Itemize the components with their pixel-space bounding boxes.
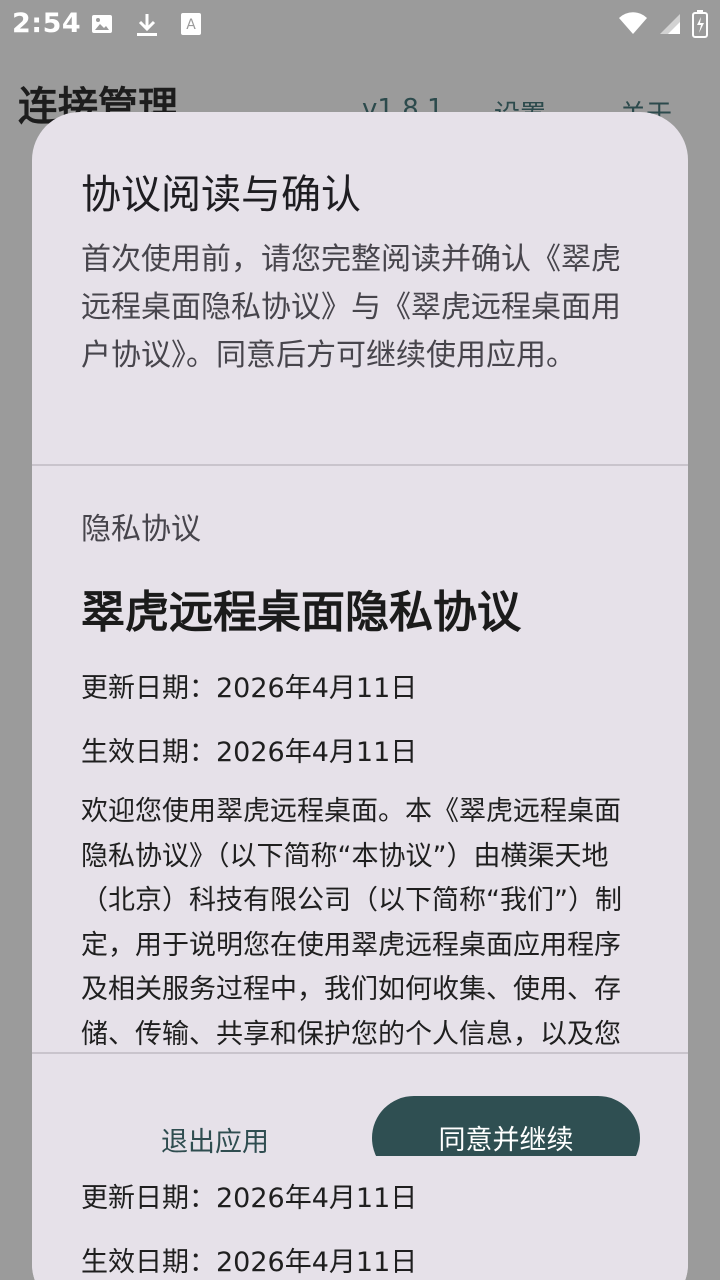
- screen: 2:54 A 连接管理 v1.8.1 设置 关于 协议阅读与确认 首次使用前，请…: [0, 0, 720, 1280]
- status-time: 2:54: [12, 8, 82, 39]
- dialog-title: 协议阅读与确认: [81, 172, 361, 218]
- svg-text:A: A: [186, 17, 196, 33]
- overlap-updated-date: 更新日期：2026年4月11日: [81, 1183, 418, 1214]
- overlap-effective-date: 生效日期：2026年4月11日: [81, 1247, 418, 1278]
- agreement-scroll-area[interactable]: 隐私协议 翠虎远程桌面隐私协议 更新日期：2026年4月11日 生效日期：202…: [32, 468, 688, 1054]
- top-divider: [32, 464, 688, 466]
- wifi-icon: [618, 12, 648, 40]
- status-bar: 2:54 A: [0, 0, 720, 48]
- signal-icon: [658, 12, 682, 40]
- effective-date: 生效日期：2026年4月11日: [81, 737, 418, 768]
- agreement-dialog: 协议阅读与确认 首次使用前，请您完整阅读并确认《翠虎远程桌面隐私协议》与《翠虎远…: [32, 112, 688, 1280]
- bottom-divider: [32, 1052, 688, 1054]
- system-icons: [618, 10, 708, 42]
- agreement-body: 欢迎您使用翠虎远程桌面。本《翠虎远程桌面隐私协议》（以下简称“本协议”）由横渠天…: [81, 796, 622, 1050]
- dialog-intro: 首次使用前，请您完整阅读并确认《翠虎远程桌面隐私协议》与《翠虎远程桌面用户协议》…: [81, 242, 621, 373]
- agreement-title: 翠虎远程桌面隐私协议: [81, 587, 521, 638]
- image-icon: [90, 12, 114, 36]
- download-icon: [135, 12, 159, 36]
- updated-date: 更新日期：2026年4月11日: [81, 673, 418, 704]
- section-label: 隐私协议: [81, 512, 201, 547]
- battery-charging-icon: [692, 10, 708, 42]
- font-icon: A: [180, 12, 204, 36]
